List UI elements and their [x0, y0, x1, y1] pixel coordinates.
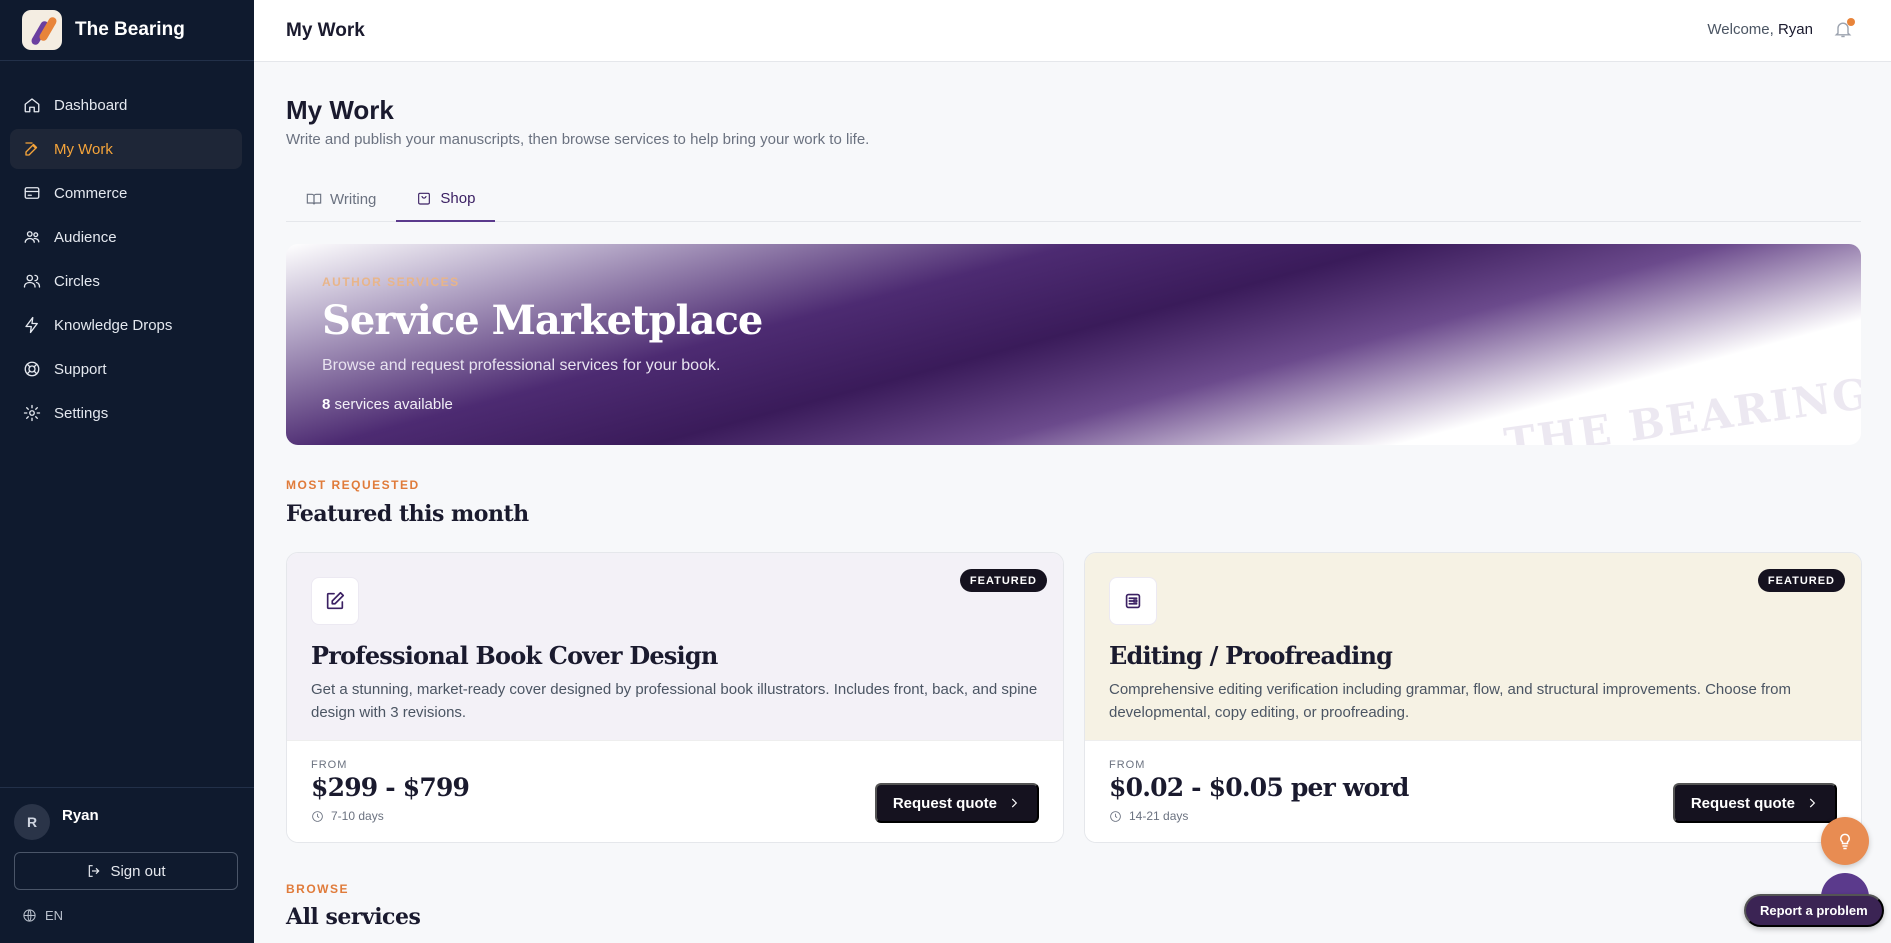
browse-title: All services — [286, 904, 421, 930]
sidebar-item-label: Dashboard — [54, 96, 128, 114]
card-title: Professional Book Cover Design — [311, 641, 718, 670]
page-subtitle: Write and publish your manuscripts, then… — [286, 131, 870, 148]
sidebar-item-label: Knowledge Drops — [54, 316, 173, 334]
featured-badge: FEATURED — [1757, 569, 1845, 592]
pencil-square-icon — [311, 577, 359, 625]
notification-dot — [1847, 18, 1855, 26]
globe-icon — [23, 909, 36, 922]
book-icon — [306, 193, 322, 205]
sign-out-button[interactable]: Sign out — [14, 852, 238, 890]
card-header: FEATURED Professional Book Cover Design … — [287, 553, 1063, 740]
card-icon — [22, 183, 42, 203]
duration: 14-21 days — [1109, 809, 1188, 823]
sidebar-item-knowledge-drops[interactable]: Knowledge Drops — [10, 305, 242, 345]
hero-subtitle: Browse and request professional services… — [322, 357, 721, 374]
sidebar-item-dashboard[interactable]: Dashboard — [10, 85, 242, 125]
hero-banner: AUTHOR SERVICES Service Marketplace Brow… — [286, 244, 1861, 445]
tab-label: Writing — [330, 190, 377, 208]
duration: 7-10 days — [311, 809, 384, 823]
sidebar-item-label: Audience — [54, 228, 117, 246]
services-count-suffix: services available — [330, 396, 453, 413]
welcome-prefix: Welcome, — [1707, 21, 1778, 38]
tabs: Writing Shop — [286, 176, 1861, 222]
clock-icon — [1110, 810, 1121, 822]
sidebar-item-circles[interactable]: Circles — [10, 261, 242, 301]
gear-icon — [22, 403, 42, 423]
topbar-title: My Work — [286, 19, 365, 41]
duration-text: 7-10 days — [331, 809, 384, 823]
services-count: 8 services available — [322, 396, 453, 413]
sidebar-item-label: Support — [54, 360, 107, 378]
welcome-text: Welcome, Ryan — [1707, 21, 1813, 38]
language-label: EN — [45, 908, 64, 923]
report-problem-button[interactable]: Report a problem — [1744, 894, 1884, 927]
home-icon — [22, 95, 42, 115]
tab-writing[interactable]: Writing — [286, 176, 396, 222]
hero-watermark: THE BEARING — [1500, 368, 1861, 445]
avatar: R — [14, 804, 50, 840]
tab-label: Shop — [440, 189, 476, 207]
user-name: Ryan — [62, 806, 99, 824]
sidebar-item-commerce[interactable]: Commerce — [10, 173, 242, 213]
lightning-icon — [22, 315, 42, 335]
brand-logo-icon — [22, 10, 62, 50]
ideas-button[interactable] — [1821, 817, 1869, 865]
notifications-button[interactable] — [1833, 18, 1855, 41]
brand-name: The Bearing — [75, 19, 185, 40]
card-description: Comprehensive editing verification inclu… — [1109, 681, 1791, 721]
chevron-right-icon — [1011, 798, 1018, 808]
shopping-bag-icon — [418, 192, 431, 205]
card-header: FEATURED Editing / Proofreading Comprehe… — [1085, 553, 1861, 740]
from-label: FROM — [1109, 759, 1146, 771]
user-block: R Ryan Sign out EN — [0, 787, 254, 943]
from-label: FROM — [311, 759, 348, 771]
topbar: My Work Welcome, Ryan — [254, 0, 1891, 62]
card-description: Get a stunning, market-ready cover desig… — [311, 681, 1038, 721]
sidebar-item-label: Commerce — [54, 184, 128, 202]
chevron-right-icon — [1809, 798, 1816, 808]
sidebar-nav: Dashboard My Work Commerce Audience Circ… — [0, 61, 254, 433]
brand[interactable]: The Bearing — [0, 0, 254, 61]
sign-out-icon — [89, 865, 100, 877]
sidebar-item-label: My Work — [54, 140, 113, 158]
featured-eyebrow: MOST REQUESTED — [286, 478, 420, 492]
sidebar-item-label: Settings — [54, 404, 109, 422]
card-footer: FROM $0.02 - $0.05 per word 14-21 days R… — [1085, 740, 1861, 842]
users-icon — [22, 227, 42, 247]
service-card[interactable]: FEATURED Editing / Proofreading Comprehe… — [1084, 552, 1862, 843]
user-row[interactable]: R Ryan — [14, 804, 240, 840]
user-group-icon — [22, 271, 42, 291]
featured-title: Featured this month — [286, 501, 529, 527]
language-selector[interactable]: EN — [14, 908, 240, 923]
newspaper-icon — [1109, 577, 1157, 625]
hero-eyebrow: AUTHOR SERVICES — [322, 275, 460, 289]
request-quote-label: Request quote — [1690, 794, 1795, 812]
request-quote-button[interactable]: Request quote — [874, 783, 1039, 823]
price: $299 - $799 — [311, 773, 470, 802]
sidebar-item-settings[interactable]: Settings — [10, 393, 242, 433]
edit-icon — [22, 139, 42, 159]
sidebar-item-my-work[interactable]: My Work — [10, 129, 242, 169]
welcome-name: Ryan — [1777, 21, 1813, 38]
request-quote-button[interactable]: Request quote — [1672, 783, 1837, 823]
sidebar: The Bearing Dashboard My Work Commerce A… — [0, 0, 254, 943]
request-quote-label: Request quote — [892, 794, 997, 812]
lightbulb-icon — [1840, 833, 1850, 850]
sign-out-label: Sign out — [110, 862, 166, 880]
featured-badge: FEATURED — [959, 569, 1047, 592]
lifebuoy-icon — [22, 359, 42, 379]
clock-icon — [312, 810, 323, 822]
page-title: My Work — [286, 95, 394, 125]
sidebar-item-support[interactable]: Support — [10, 349, 242, 389]
browse-eyebrow: BROWSE — [286, 882, 349, 896]
price: $0.02 - $0.05 per word — [1109, 773, 1409, 802]
card-title: Editing / Proofreading — [1109, 641, 1393, 670]
tab-shop[interactable]: Shop — [396, 176, 496, 222]
sidebar-item-label: Circles — [54, 272, 100, 290]
sidebar-item-audience[interactable]: Audience — [10, 217, 242, 257]
service-card[interactable]: FEATURED Professional Book Cover Design … — [286, 552, 1064, 843]
card-footer: FROM $299 - $799 7-10 days Request quote — [287, 740, 1063, 842]
duration-text: 14-21 days — [1129, 809, 1189, 823]
hero-title: Service Marketplace — [322, 297, 763, 344]
